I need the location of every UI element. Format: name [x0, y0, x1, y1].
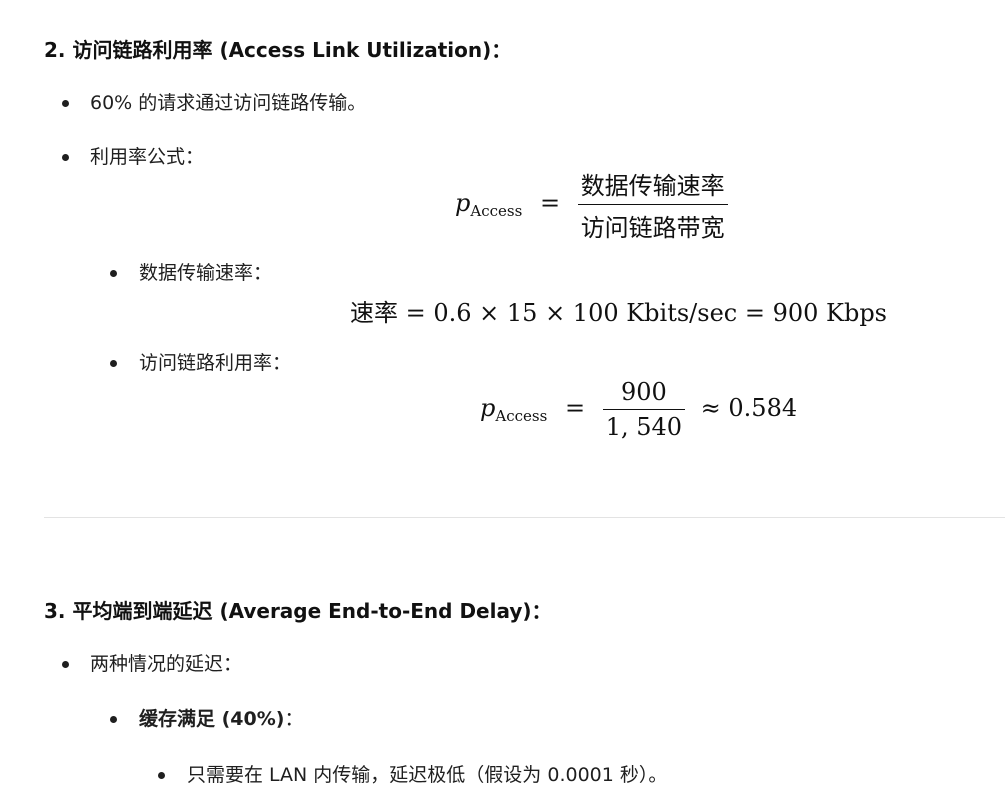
- formula-lhs-sub: Access: [470, 202, 523, 220]
- bullet-dot: [62, 154, 69, 161]
- formula-lhs-var: p: [455, 189, 471, 217]
- bullet-dot: [62, 100, 69, 107]
- bullet-dot: [110, 270, 117, 277]
- list-item-lan-delay: 只需要在 LAN 内传输，延迟极低（假设为 0.0001 秒）。: [187, 764, 668, 786]
- list-item-utilization-formula: 利用率公式：: [90, 146, 205, 168]
- formula-lhs-sub: Access: [495, 407, 548, 425]
- section-divider: [44, 517, 1005, 518]
- bullet-dot: [110, 716, 117, 723]
- formula-numerator: 数据传输速率: [580, 172, 725, 200]
- list-item-data-rate: 数据传输速率：: [139, 262, 273, 284]
- bullet-dot: [158, 772, 165, 779]
- formula-data-rate: 速率 = 0.6 × 15 × 100 Kbits/sec = 900 Kbps: [350, 299, 887, 327]
- bullet-dot: [62, 661, 69, 668]
- section-3-heading: 3. 平均端到端延迟 (Average End-to-End Delay)：: [44, 599, 552, 623]
- formula-access-utilization: pAccess = 900 1, 540 ≈ 0.584: [480, 378, 797, 441]
- formula-utilization-definition: pAccess = 数据传输速率 访问链路带宽: [455, 166, 728, 243]
- list-item-two-cases: 两种情况的延迟：: [90, 653, 243, 675]
- list-item-access-utilization: 访问链路利用率：: [139, 352, 292, 374]
- formula-fraction: 数据传输速率 访问链路带宽: [577, 166, 728, 243]
- formula-denominator: 访问链路带宽: [577, 204, 728, 243]
- formula-lhs-var: p: [480, 394, 496, 422]
- formula-numerator: 900: [620, 378, 667, 406]
- cache-hit-colon: ：: [284, 708, 304, 730]
- section-2-heading: 2. 访问链路利用率 (Access Link Utilization)：: [44, 38, 512, 62]
- formula-equals: =: [539, 189, 561, 217]
- formula-denominator: 1, 540: [602, 409, 686, 441]
- list-item-cache-hit: 缓存满足 (40%)：: [139, 704, 303, 731]
- formula-fraction: 900 1, 540: [602, 378, 686, 441]
- cache-hit-label: 缓存满足 (40%): [139, 708, 285, 730]
- formula-approx-result: ≈ 0.584: [700, 394, 798, 422]
- list-item-requests: 60% 的请求通过访问链路传输。: [90, 92, 367, 114]
- formula-equals: =: [564, 394, 586, 422]
- bullet-dot: [110, 360, 117, 367]
